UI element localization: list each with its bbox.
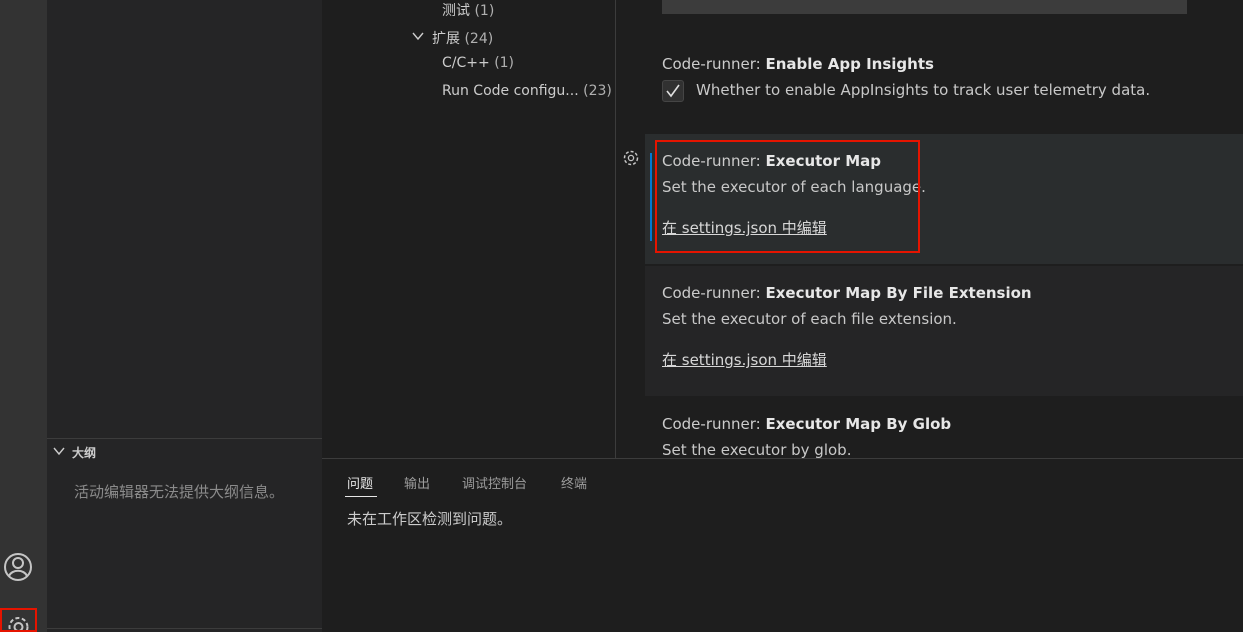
toc-count: (23) <box>583 83 612 99</box>
tab-problems[interactable]: 问题 <box>347 473 373 492</box>
setting-name: Enable App Insights <box>765 55 934 73</box>
tab-output[interactable]: 输出 <box>404 473 430 492</box>
setting-title: Code-runner: Executor Map By Glob <box>662 415 951 433</box>
chevron-down-icon[interactable] <box>52 444 66 458</box>
setting-description: Set the executor by glob. <box>662 441 852 459</box>
toc-count: (1) <box>474 3 495 19</box>
chevron-down-icon[interactable] <box>411 29 425 43</box>
account-icon[interactable] <box>2 548 34 584</box>
toc-label: Run Code configu... <box>442 83 579 99</box>
edit-in-settings-json-link[interactable]: 在 settings.json 中编辑 <box>662 349 827 370</box>
active-tab-indicator <box>345 496 377 497</box>
toc-label: C/C++ <box>442 55 490 71</box>
focus-indicator <box>650 153 652 241</box>
setting-prefix: Code-runner: <box>662 55 766 73</box>
setting-description: Set the executor of each file extension. <box>662 310 957 328</box>
setting-description: Whether to enable AppInsights to track u… <box>696 81 1151 99</box>
toc-item-extensions[interactable]: 扩展 (24) <box>432 28 493 48</box>
toc-item-test[interactable]: 测试 (1) <box>442 0 494 20</box>
activity-bar <box>0 0 47 632</box>
gear-icon <box>8 617 29 630</box>
setting-title: Code-runner: Executor Map By File Extens… <box>662 284 1032 302</box>
toc-count: (24) <box>464 31 494 47</box>
toc-label: 测试 <box>442 3 470 19</box>
setting-prefix: Code-runner: <box>662 284 766 302</box>
toc-count: (1) <box>494 55 515 71</box>
tab-debug-console[interactable]: 调试控制台 <box>462 473 527 492</box>
setting-name: Executor Map By File Extension <box>765 284 1032 302</box>
setting-title: Code-runner: Enable App Insights <box>662 55 934 73</box>
setting-name: Executor Map By Glob <box>765 415 952 433</box>
gear-icon[interactable] <box>622 149 640 167</box>
setting-prefix: Code-runner: <box>662 415 766 433</box>
toc-label: 扩展 <box>432 31 460 47</box>
enable-app-insights-checkbox[interactable] <box>662 80 684 102</box>
toc-item-cpp[interactable]: C/C++ (1) <box>442 55 514 71</box>
toc-divider <box>615 0 616 458</box>
divider <box>47 628 322 629</box>
sidebar <box>47 0 322 632</box>
check-icon <box>666 84 680 98</box>
bottom-panel <box>322 458 1243 632</box>
toc-item-run-code[interactable]: Run Code configu... (23) <box>442 83 612 99</box>
manage-gear-button[interactable] <box>0 608 37 632</box>
setting-input-field[interactable] <box>662 0 1187 14</box>
outline-empty-message: 活动编辑器无法提供大纲信息。 <box>74 483 285 501</box>
problems-empty-message: 未在工作区检测到问题。 <box>347 510 513 528</box>
highlight-box <box>655 140 920 253</box>
tab-terminal[interactable]: 终端 <box>561 473 587 492</box>
outline-title: 大纲 <box>72 446 97 460</box>
